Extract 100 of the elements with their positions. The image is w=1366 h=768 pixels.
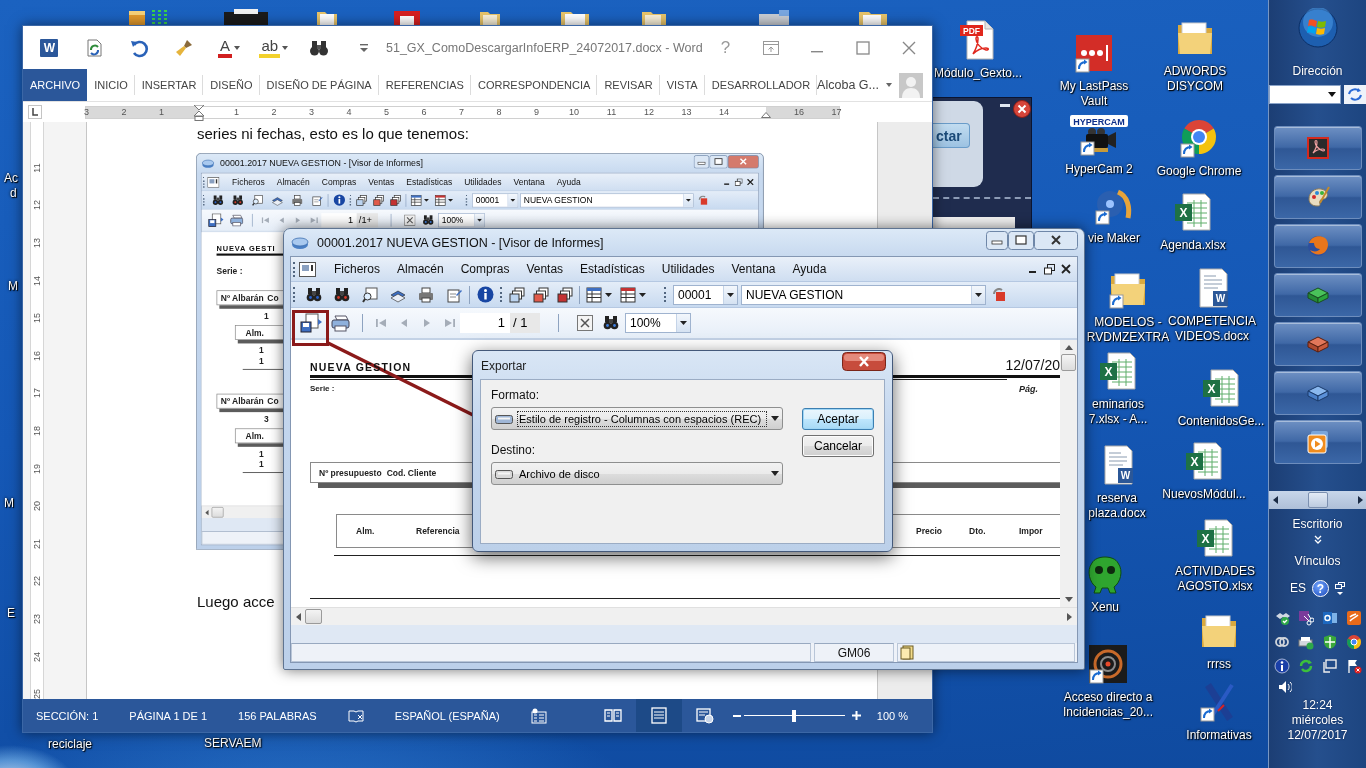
scroll-left-icon[interactable] [296,612,301,621]
language-indicator[interactable]: ES [1290,581,1306,596]
customize-icon[interactable] [358,42,369,53]
taskbar-button[interactable] [1273,273,1362,317]
caret-icon[interactable] [605,292,612,297]
stacked-windows-icon[interactable] [509,286,525,303]
taskbar-button[interactable] [1273,126,1362,170]
menu-item[interactable]: Estadísticas [406,177,453,187]
menu-item[interactable]: Compras [460,262,510,276]
printer-icon[interactable] [222,8,270,25]
caret-icon[interactable] [680,321,687,325]
info-icon[interactable] [333,194,346,207]
highlight-button[interactable]: ab [259,37,289,58]
scroll-left-icon[interactable] [1272,496,1278,504]
zoom-dropdown[interactable]: 100% [625,313,691,333]
horizontal-scrollbar[interactable] [1268,491,1366,509]
company-dropdown[interactable]: NUEVA GESTION [520,193,694,208]
flag-error-icon[interactable] [1345,658,1362,674]
stacked-windows-icon[interactable] [557,286,573,303]
code-dropdown[interactable]: 00001 [472,193,519,208]
round-logo-icon[interactable] [1345,634,1362,650]
toolbar-label[interactable]: Vínculos [1294,554,1341,569]
dialog-button[interactable]: Aceptar [802,408,874,430]
dropdown-arrow-icon[interactable] [771,416,779,421]
start-orb-icon[interactable] [1297,8,1338,48]
menu-item[interactable]: Almacén [397,262,444,276]
taskbar-button[interactable] [1273,175,1362,219]
clock-time[interactable]: 12:24 [1302,698,1333,713]
link-rings-icon[interactable] [1273,634,1290,650]
caret-icon[interactable] [510,198,516,202]
scrollbar-thumb[interactable] [305,609,322,624]
zoom-level[interactable]: 100 % [876,709,908,722]
restore-icon[interactable] [1044,263,1055,275]
stacked-windows-icon[interactable] [390,194,402,206]
ribbon-display-icon[interactable] [763,40,780,55]
dropdown[interactable]: Archivo de disco [491,462,783,485]
app-tile-icon[interactable] [1345,610,1362,626]
status-text[interactable]: 156 PALABRAS [238,709,317,722]
export-icon[interactable] [300,313,322,333]
info-icon[interactable] [1273,658,1290,674]
clock-date[interactable]: 12/07/2017 [1287,728,1348,743]
language-status[interactable]: ESPAÑOL (ESPAÑA) [394,709,500,722]
scissors-icon[interactable] [1297,610,1314,626]
taskbar-button[interactable] [1273,371,1362,415]
binoculars-icon[interactable] [334,286,350,303]
view-button[interactable] [635,699,682,732]
maximize-icon[interactable] [709,155,728,169]
dots-grid-icon[interactable] [150,8,168,25]
scroll-down-icon[interactable] [1064,597,1073,602]
close-document-icon[interactable] [404,214,416,226]
company-dropdown[interactable]: NUEVA GESTION [741,284,986,305]
taskbar-button[interactable] [1273,322,1362,366]
menu-item[interactable]: Ventana [731,262,776,276]
page-field[interactable]: 1 [321,213,357,228]
binoculars-icon[interactable] [212,194,224,206]
scrollbar-thumb[interactable] [1307,492,1328,508]
status-text[interactable]: PÁGINA 1 DE 1 [129,709,207,722]
stacked-windows-icon[interactable] [356,194,368,206]
status-text[interactable]: SECCIÓN: 1 [36,709,99,722]
taskbar-button[interactable] [1273,224,1362,268]
shield-icon[interactable] [1321,634,1338,650]
dropdown-arrow-icon[interactable] [771,471,779,476]
sync-icon[interactable] [1297,658,1314,674]
dropdown[interactable]: Estilo de registro - Columnas con espacios (REC) [491,407,783,430]
brush-icon[interactable] [174,37,195,58]
app-logo-icon[interactable]: W [40,38,59,57]
maximize-icon[interactable] [1008,231,1034,250]
info-icon[interactable] [477,286,494,303]
document-window-icon[interactable] [207,176,220,188]
close-icon[interactable] [1013,100,1031,118]
restore-icon[interactable] [1335,581,1345,596]
swirl-tile-icon[interactable] [1087,643,1129,685]
table-icon[interactable] [620,286,636,303]
menu-item[interactable]: Ayuda [792,262,827,276]
caret-icon[interactable] [975,292,982,297]
ribbon-tab[interactable]: ARCHIVO [23,69,88,101]
code-dropdown[interactable]: 00001 [673,284,738,305]
menu-item[interactable]: Utilidades [661,262,715,276]
tab-stop-selector-icon[interactable] [28,105,42,119]
toolbar-label[interactable]: Escritorio [1292,517,1343,532]
vertical-scrollbar[interactable] [1060,340,1077,607]
sync-icon[interactable] [84,37,105,58]
printer-icon[interactable] [291,194,303,206]
macro-icon[interactable] [530,707,547,724]
document-window-icon[interactable] [299,261,316,277]
menu-item[interactable]: Ventas [368,177,395,187]
plus-icon[interactable] [851,711,861,720]
stacked-windows-icon[interactable] [373,194,385,206]
menu-item[interactable]: Estadísticas [580,262,645,276]
search-document-icon[interactable] [362,286,378,303]
square-arc-icon[interactable] [992,287,1006,302]
scrollbar-thumb[interactable] [211,507,224,518]
menu-item[interactable]: Utilidades [464,177,502,187]
taskbar-button[interactable] [1273,420,1362,464]
horizontal-scrollbar[interactable] [291,607,1077,625]
search-document-icon[interactable] [251,194,264,206]
caret-icon[interactable] [639,292,646,297]
proofing-icon[interactable] [347,708,364,723]
menu-item[interactable]: Ventas [526,262,564,276]
zoom-dropdown[interactable]: 100% [438,213,485,228]
